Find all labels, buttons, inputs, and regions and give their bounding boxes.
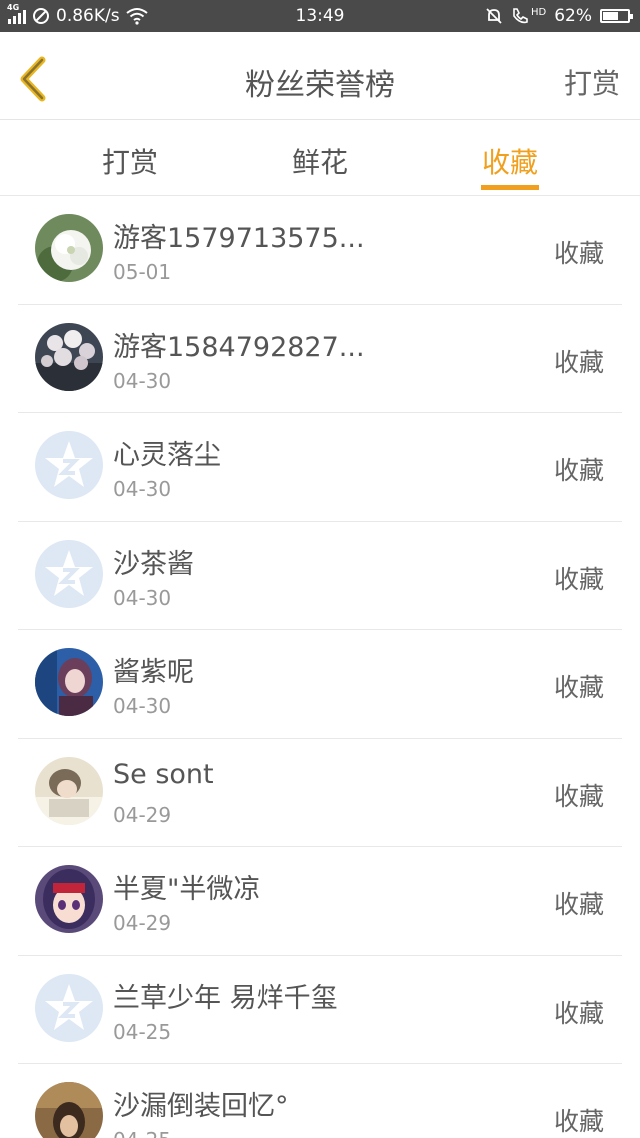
battery-icon <box>600 9 633 23</box>
avatar[interactable] <box>35 973 103 1042</box>
fan-row[interactable]: 心灵落尘 04-30 收藏 <box>18 413 622 522</box>
fan-row[interactable]: Se sont 04-29 收藏 <box>18 739 622 847</box>
fan-name: Se sont <box>113 758 214 790</box>
fan-name: 游客1579713575... <box>113 223 365 254</box>
action-label: 收藏 <box>553 998 604 1028</box>
avatar[interactable] <box>35 322 103 391</box>
action-label: 收藏 <box>553 781 604 811</box>
reward-button[interactable]: 打赏 <box>564 62 620 102</box>
avatar[interactable] <box>35 539 103 608</box>
fan-row[interactable]: 沙漏倒装回忆° 04-25 收藏 <box>18 1064 622 1138</box>
phone-icon <box>513 8 528 24</box>
fan-name: 沙茶酱 <box>113 548 194 580</box>
fan-date: 04-29 <box>113 802 172 827</box>
tab-bar: 打赏 鲜花 收藏 <box>0 121 640 196</box>
hd-label: HD <box>530 7 547 18</box>
fan-row[interactable]: 沙茶酱 04-30 收藏 <box>18 522 622 630</box>
tab-favorites[interactable]: 收藏 <box>440 141 580 181</box>
header: 粉丝荣誉榜 打赏 <box>0 32 640 120</box>
status-bar: 4G 0.86K/s 13:49 HD 62% <box>0 0 640 32</box>
fan-date: 04-25 <box>113 1019 172 1044</box>
avatar[interactable] <box>35 756 103 825</box>
action-label: 收藏 <box>553 1107 604 1136</box>
fan-date: 04-30 <box>113 585 172 610</box>
fan-date: 04-30 <box>113 477 172 501</box>
action-label: 收藏 <box>553 456 604 485</box>
avatar[interactable] <box>35 1082 103 1138</box>
action-label: 收藏 <box>553 564 604 594</box>
avatar[interactable] <box>35 648 103 716</box>
battery-level <box>603 12 618 20</box>
fan-name: 半夏"半微凉 <box>113 874 261 905</box>
fan-row[interactable]: 兰草少年 易烊千玺 04-25 收藏 <box>18 956 622 1064</box>
fan-row[interactable]: 游客1579713575... 05-01 收藏 <box>18 196 622 305</box>
avatar[interactable] <box>35 865 103 933</box>
page-title: 粉丝荣誉榜 <box>245 68 395 103</box>
fan-name: 心灵落尘 <box>113 440 221 471</box>
fan-date: 04-30 <box>113 368 172 393</box>
bell-muted-icon <box>486 8 502 24</box>
active-tab-indicator <box>481 185 539 190</box>
fan-name: 兰草少年 易烊千玺 <box>113 982 338 1014</box>
tab-flowers[interactable]: 鲜花 <box>250 141 390 181</box>
battery-percent: 62% <box>554 6 592 26</box>
call-hd-indicator: HD <box>511 7 546 25</box>
fan-name: 酱紫呢 <box>113 657 194 688</box>
action-label: 收藏 <box>553 890 604 919</box>
fan-name: 游客1584792827... <box>113 331 365 363</box>
avatar[interactable] <box>35 214 103 282</box>
fan-name: 沙漏倒装回忆° <box>113 1091 289 1122</box>
action-label: 收藏 <box>553 347 604 377</box>
avatar[interactable] <box>35 431 103 499</box>
tab-reward[interactable]: 打赏 <box>60 141 200 181</box>
action-label: 收藏 <box>553 673 604 702</box>
fan-date: 04-25 <box>113 1128 171 1138</box>
action-label: 收藏 <box>553 239 604 268</box>
fan-row[interactable]: 游客1584792827... 04-30 收藏 <box>18 305 622 413</box>
fan-row[interactable]: 酱紫呢 04-30 收藏 <box>18 630 622 739</box>
fan-date: 05-01 <box>113 260 172 284</box>
fan-row[interactable]: 半夏"半微凉 04-29 收藏 <box>18 847 622 956</box>
fan-date: 04-30 <box>113 694 172 718</box>
fan-list: 游客1579713575... 05-01 收藏 游客1584792827... 04-… <box>0 196 640 1138</box>
fan-date: 04-29 <box>113 911 172 935</box>
